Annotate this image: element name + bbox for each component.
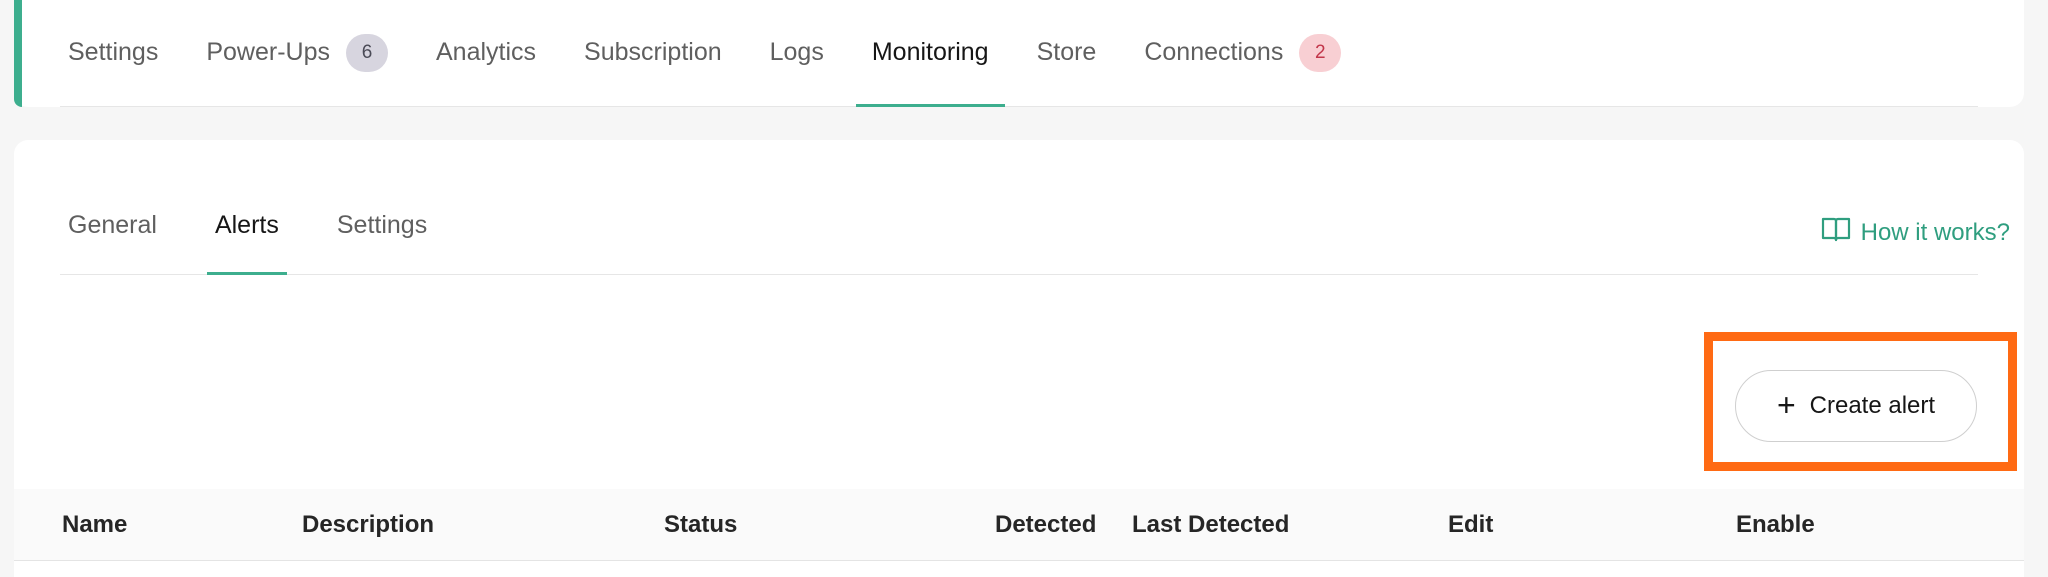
tab-store[interactable]: Store xyxy=(1013,0,1121,106)
tab-label: Monitoring xyxy=(871,38,989,66)
tab-analytics[interactable]: Analytics xyxy=(412,0,560,106)
sub-tab-bar: General Alerts Settings xyxy=(60,140,1978,275)
book-icon xyxy=(1821,216,1851,249)
column-header-detected: Detected xyxy=(995,511,1097,538)
column-header-description: Description xyxy=(302,511,435,538)
tab-label: Analytics xyxy=(436,38,537,66)
subtab-settings[interactable]: Settings xyxy=(329,139,435,274)
column-header-name: Name xyxy=(62,511,128,538)
main-tab-bar: Settings Power-Ups 6 Analytics Subscript… xyxy=(60,0,1978,107)
how-it-works-label: How it works? xyxy=(1860,218,2010,246)
tab-connections[interactable]: Connections 2 xyxy=(1120,0,1365,106)
power-ups-count-badge: 6 xyxy=(346,33,388,72)
tab-label: Subscription xyxy=(584,38,722,66)
subtab-general[interactable]: General xyxy=(60,139,165,274)
top-nav-card: Settings Power-Ups 6 Analytics Subscript… xyxy=(14,0,2024,107)
subtab-alerts[interactable]: Alerts xyxy=(206,139,287,275)
column-header-edit: Edit xyxy=(1448,511,1494,538)
tab-label: Settings xyxy=(68,38,159,66)
tab-label: Power-Ups xyxy=(206,38,330,66)
tab-power-ups[interactable]: Power-Ups 6 xyxy=(182,0,412,106)
tab-logs[interactable]: Logs xyxy=(746,0,848,106)
tab-monitoring[interactable]: Monitoring xyxy=(848,0,1013,107)
tab-label: Connections xyxy=(1144,38,1284,66)
accent-bar xyxy=(14,0,22,107)
tab-settings[interactable]: Settings xyxy=(44,0,182,106)
how-it-works-link[interactable]: How it works? xyxy=(1821,216,2010,249)
create-alert-button[interactable]: + Create alert xyxy=(1735,370,1977,442)
create-alert-label: Create alert xyxy=(1809,392,1936,419)
subtab-label: Settings xyxy=(336,211,428,239)
subtab-label: General xyxy=(68,211,157,239)
column-header-status: Status xyxy=(664,511,738,538)
subtab-label: Alerts xyxy=(214,211,279,239)
column-header-enable: Enable xyxy=(1736,511,1815,538)
tab-label: Store xyxy=(1036,38,1097,66)
tab-subscription[interactable]: Subscription xyxy=(560,0,746,106)
tab-label: Logs xyxy=(769,38,824,66)
connections-count-badge: 2 xyxy=(1299,33,1342,72)
plus-icon: + xyxy=(1776,386,1796,423)
column-header-last-detected: Last Detected xyxy=(1132,511,1290,538)
alerts-table-header: Name Description Status Detected Last De… xyxy=(14,489,2024,561)
